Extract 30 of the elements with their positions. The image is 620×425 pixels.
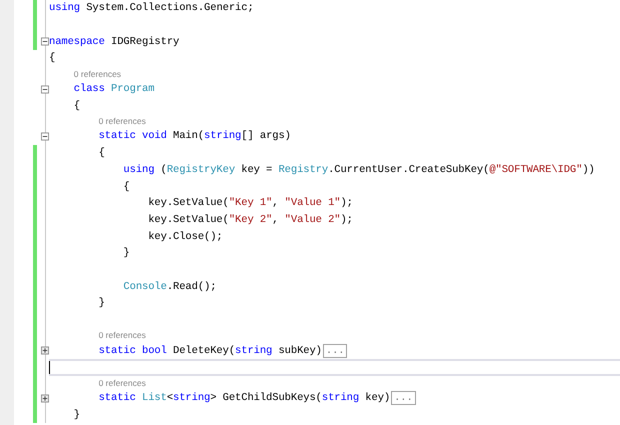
- expand-icon[interactable]: [41, 346, 49, 356]
- text-caret: [49, 360, 50, 374]
- code-lens[interactable]: 0 references: [74, 68, 122, 79]
- code-line: key.SetValue("Key 1", "Value 1");: [147, 197, 353, 210]
- code-line: }: [98, 297, 105, 310]
- code-line: }: [122, 247, 130, 260]
- collapse-icon[interactable]: [41, 132, 49, 141]
- code-line: using (RegistryKey key = Registry.CurrentUser.CreateSubKey(@"SOFTWARE\IDG")): [122, 164, 595, 176]
- code-line: static List<string> GetChildSubKeys(string key): [98, 392, 390, 404]
- code-lens[interactable]: 0 references: [98, 330, 146, 340]
- code-lens[interactable]: 0 references: [98, 116, 146, 126]
- collapsed-code-button[interactable]: ...: [391, 391, 416, 406]
- code-line: class Program: [72, 83, 154, 96]
- code-line: static void Main(string[] args): [98, 130, 291, 142]
- code-line: {: [72, 100, 80, 112]
- code-line: static bool DeleteKey(string subKey): [98, 344, 322, 357]
- collapse-icon[interactable]: [41, 84, 49, 94]
- code-line: Console.Read();: [122, 280, 216, 293]
- code-line: namespace IDGRegistry: [49, 36, 180, 48]
- code-line: key.SetValue("Key 2", "Value 2");: [147, 214, 353, 226]
- code-line: }: [72, 408, 80, 421]
- code-line: key.Close();: [147, 230, 223, 243]
- code-line: {: [49, 52, 56, 64]
- collapsed-code-button[interactable]: ...: [322, 344, 348, 358]
- code-lens[interactable]: 0 references: [98, 378, 146, 388]
- code-line: using System.Collections.Generic;: [49, 2, 254, 14]
- code-line: {: [98, 147, 105, 160]
- code-line: {: [122, 180, 130, 193]
- expand-icon[interactable]: [41, 394, 49, 403]
- collapse-icon[interactable]: [41, 37, 49, 46]
